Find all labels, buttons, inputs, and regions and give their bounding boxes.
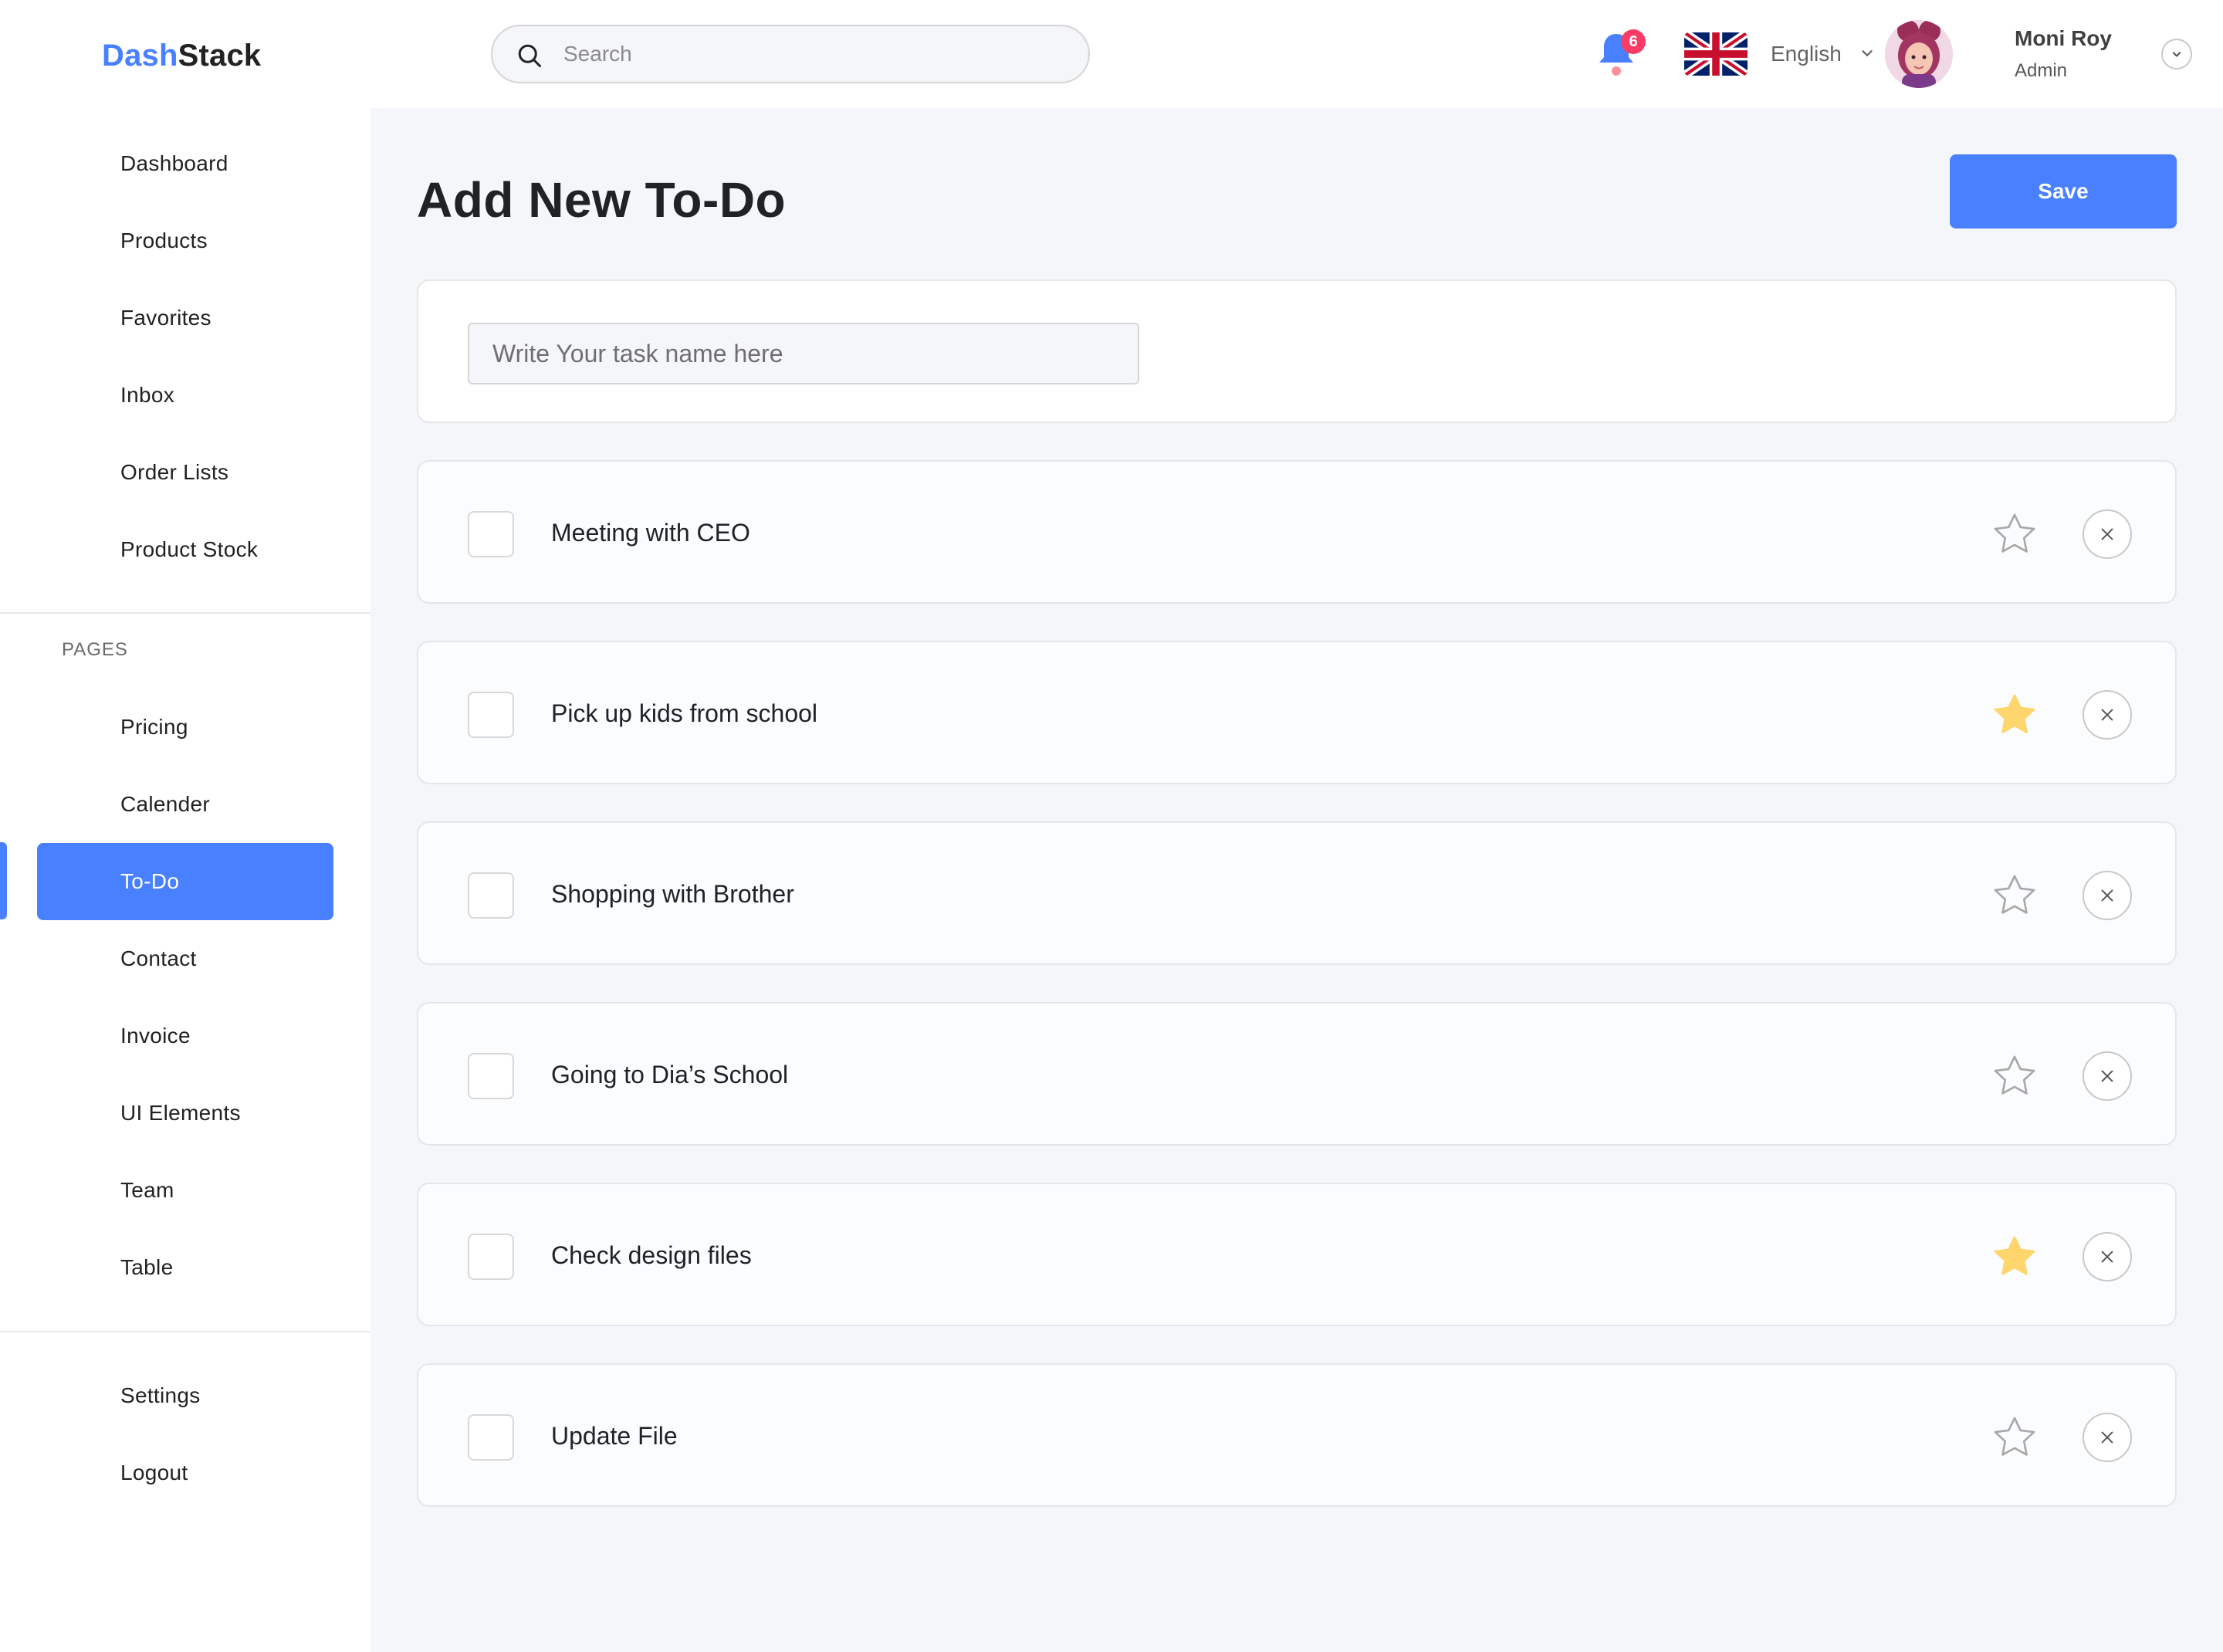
remove-task-button[interactable] — [2083, 1051, 2132, 1101]
star-icon[interactable] — [1990, 690, 2039, 740]
sidebar-item-label: Inbox — [120, 383, 174, 407]
task-row: Going to Dia’s School — [417, 1002, 2177, 1146]
search-bar[interactable] — [491, 25, 1090, 83]
sidebar-item-pricing[interactable]: Pricing — [37, 689, 333, 766]
task-checkbox[interactable] — [468, 1053, 514, 1099]
top-header: 6 English Moni Roy Admin — [370, 0, 2223, 108]
close-icon — [2101, 1251, 2113, 1263]
sidebar-item-label: Settings — [120, 1383, 201, 1407]
profile-menu-button[interactable] — [2161, 39, 2192, 69]
sidebar-item-invoice[interactable]: Invoice — [37, 997, 333, 1075]
language-selector[interactable]: English — [1771, 42, 1842, 66]
task-label: Pick up kids from school — [551, 699, 818, 727]
sidebar-divider — [0, 1331, 370, 1332]
sidebar: DashStack Dashboard Products Favorites I… — [0, 0, 370, 1652]
sidebar-item-ui-elements[interactable]: UI Elements — [37, 1075, 333, 1152]
sidebar-item-favorites[interactable]: Favorites — [37, 279, 333, 357]
sidebar-item-label: Invoice — [120, 1024, 191, 1048]
uk-flag-icon[interactable] — [1684, 32, 1748, 76]
sidebar-item-label: Product Stock — [120, 537, 259, 561]
star-icon[interactable] — [1990, 1232, 2039, 1281]
star-icon[interactable] — [1990, 509, 2039, 559]
logo-part-stack: Stack — [178, 39, 262, 73]
remove-task-button[interactable] — [2083, 509, 2132, 559]
save-button[interactable]: Save — [1950, 154, 2177, 229]
sidebar-item-dashboard[interactable]: Dashboard — [37, 125, 333, 202]
sidebar-item-label: Calender — [120, 792, 211, 816]
close-icon — [2101, 709, 2113, 721]
sidebar-item-label: Products — [120, 229, 208, 252]
close-icon — [2101, 889, 2113, 902]
task-row: Check design files — [417, 1183, 2177, 1326]
task-label: Update File — [551, 1422, 678, 1450]
sidebar-divider — [0, 612, 370, 614]
close-icon — [2101, 528, 2113, 540]
page-title: Add New To-Do — [417, 172, 787, 228]
task-checkbox[interactable] — [468, 1414, 514, 1461]
remove-task-button[interactable] — [2083, 690, 2132, 740]
sidebar-item-label: Contact — [120, 946, 197, 970]
task-row: Pick up kids from school — [417, 641, 2177, 784]
user-name: Moni Roy — [2015, 26, 2112, 50]
sidebar-item-label: Favorites — [120, 306, 211, 330]
sidebar-item-label: Order Lists — [120, 460, 229, 484]
search-icon — [518, 44, 541, 67]
logo-part-dash: Dash — [102, 39, 178, 73]
task-name-input[interactable] — [468, 323, 1139, 384]
sidebar-item-contact[interactable]: Contact — [37, 920, 333, 997]
sidebar-item-product-stock[interactable]: Product Stock — [37, 511, 333, 588]
close-icon — [2101, 1431, 2113, 1444]
notification-badge: 6 — [1621, 29, 1646, 54]
chevron-down-icon — [2172, 52, 2181, 57]
task-row: Shopping with Brother — [417, 821, 2177, 965]
sidebar-item-label: Dashboard — [120, 151, 228, 175]
sidebar-item-label: To-Do — [120, 869, 180, 893]
sidebar-item-todo[interactable]: To-Do — [37, 843, 333, 920]
task-checkbox[interactable] — [468, 692, 514, 738]
sidebar-item-order-lists[interactable]: Order Lists — [37, 434, 333, 511]
remove-task-button[interactable] — [2083, 1232, 2132, 1281]
sidebar-item-inbox[interactable]: Inbox — [37, 357, 333, 434]
task-checkbox[interactable] — [468, 511, 514, 557]
task-label: Going to Dia’s School — [551, 1061, 789, 1088]
sidebar-item-calender[interactable]: Calender — [37, 766, 333, 843]
task-row: Meeting with CEO — [417, 460, 2177, 604]
remove-task-button[interactable] — [2083, 1413, 2132, 1462]
new-task-card — [417, 279, 2177, 423]
sidebar-item-label: Pricing — [120, 715, 188, 739]
sidebar-item-label: Team — [120, 1178, 174, 1202]
section-label-pages: PAGES — [62, 639, 128, 660]
search-input[interactable] — [563, 42, 1042, 66]
chevron-down-icon[interactable] — [1859, 45, 1876, 62]
active-indicator — [0, 842, 7, 919]
sidebar-item-label: Logout — [120, 1461, 188, 1484]
task-checkbox[interactable] — [468, 1234, 514, 1280]
close-icon — [2101, 1070, 2113, 1082]
task-checkbox[interactable] — [468, 872, 514, 919]
user-role: Admin — [2015, 60, 2068, 81]
task-label: Shopping with Brother — [551, 880, 794, 908]
avatar[interactable] — [1885, 20, 1953, 88]
sidebar-item-label: UI Elements — [120, 1101, 241, 1125]
remove-task-button[interactable] — [2083, 871, 2132, 920]
sidebar-item-table[interactable]: Table — [37, 1229, 333, 1306]
sidebar-item-label: Table — [120, 1255, 174, 1279]
task-row: Update File — [417, 1363, 2177, 1507]
star-icon[interactable] — [1990, 1413, 2039, 1462]
sidebar-item-settings[interactable]: Settings — [37, 1357, 333, 1434]
task-label: Meeting with CEO — [551, 519, 750, 547]
avatar-illustration-icon — [1885, 20, 1953, 88]
sidebar-item-logout[interactable]: Logout — [37, 1434, 333, 1512]
logo[interactable]: DashStack — [102, 39, 261, 73]
sidebar-item-products[interactable]: Products — [37, 202, 333, 279]
star-icon[interactable] — [1990, 871, 2039, 920]
sidebar-item-team[interactable]: Team — [37, 1152, 333, 1229]
task-label: Check design files — [551, 1241, 752, 1269]
star-icon[interactable] — [1990, 1051, 2039, 1101]
